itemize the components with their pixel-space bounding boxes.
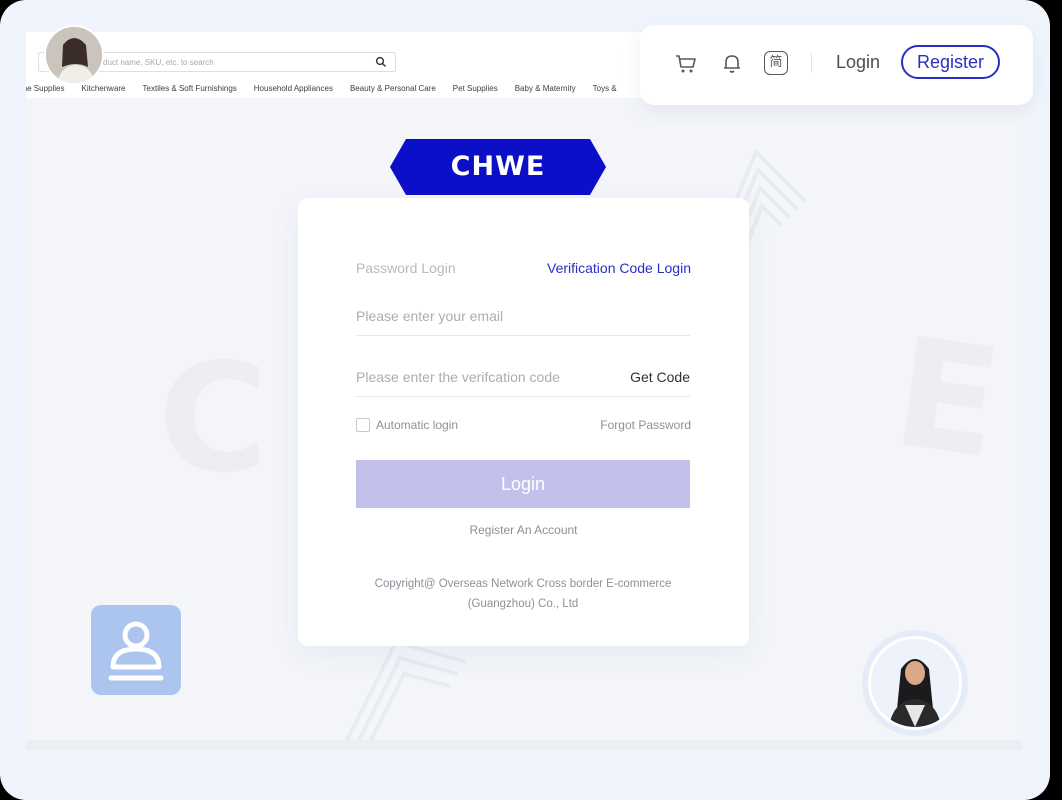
category-item[interactable]: Household Appliances: [254, 84, 333, 93]
get-code-button[interactable]: Get Code: [630, 369, 690, 385]
category-item[interactable]: Pet Supplies: [453, 84, 498, 93]
avatar: [44, 25, 104, 85]
tab-password-login[interactable]: Password Login: [356, 260, 456, 276]
search-icon[interactable]: [375, 56, 387, 68]
register-account-link[interactable]: Register An Account: [298, 523, 749, 537]
category-item[interactable]: Baby & Maternity: [515, 84, 576, 93]
copyright-text: Copyright@ Overseas Network Cross border…: [356, 574, 690, 614]
verification-code-field[interactable]: Please enter the verifcation code Get Co…: [356, 361, 690, 397]
category-item[interactable]: ome Supplies: [26, 84, 64, 93]
email-placeholder: Please enter your email: [356, 308, 504, 324]
category-item[interactable]: Textiles & Soft Furnishings: [143, 84, 237, 93]
search-placeholder: duct name, SKU, etc. to search: [103, 58, 214, 67]
floating-header: 简 Login Register: [640, 25, 1033, 105]
app-frame: C E duct name, SKU, etc. to search ome S…: [0, 0, 1050, 800]
language-icon[interactable]: 简: [764, 51, 788, 75]
category-item[interactable]: Beauty & Personal Care: [350, 84, 436, 93]
copyright-line: (Guangzhou) Co., Ltd: [467, 598, 579, 610]
automatic-login-label: Automatic login: [376, 418, 459, 432]
category-item[interactable]: Toys &: [593, 84, 617, 93]
header-divider: [811, 53, 812, 73]
login-link[interactable]: Login: [836, 52, 880, 73]
login-button[interactable]: Login: [356, 460, 690, 508]
brand-logo: CHWE: [390, 139, 606, 195]
watermark-letter-c: C: [158, 332, 269, 506]
category-nav: ome Supplies Kitchenware Textiles & Soft…: [26, 84, 617, 93]
user-profile-tile: [91, 605, 181, 695]
cart-icon[interactable]: [674, 51, 698, 75]
copyright-line: Copyright@ Overseas Network Cross border…: [374, 578, 672, 590]
category-item[interactable]: Kitchenware: [81, 84, 125, 93]
page-footer-strip: [26, 740, 1022, 750]
bell-icon[interactable]: [720, 51, 744, 75]
user-icon: [108, 621, 164, 681]
login-card: Password Login Verification Code Login P…: [298, 198, 749, 646]
email-field[interactable]: Please enter your email: [356, 300, 690, 336]
automatic-login-checkbox[interactable]: [356, 418, 370, 432]
tab-verification-code-login[interactable]: Verification Code Login: [547, 260, 691, 276]
register-button[interactable]: Register: [901, 45, 1000, 79]
avatar: [862, 630, 968, 736]
watermark-letter-e: E: [884, 305, 1011, 493]
code-placeholder: Please enter the verifcation code: [356, 369, 560, 385]
forgot-password-link[interactable]: Forgot Password: [600, 418, 691, 432]
logo-text: CHWE: [450, 151, 546, 182]
